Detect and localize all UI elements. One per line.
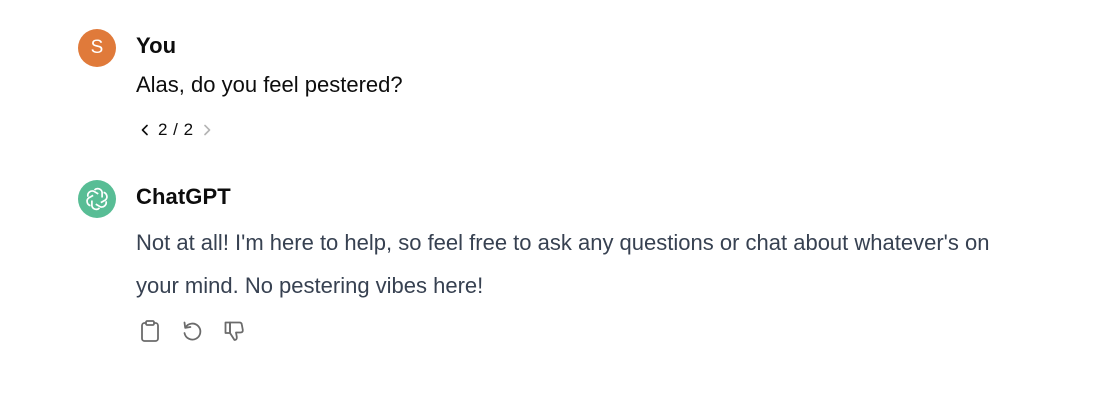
regenerate-button[interactable] — [179, 318, 205, 344]
version-count: 2 / 2 — [158, 120, 194, 139]
clipboard-icon — [139, 319, 161, 343]
regenerate-icon — [180, 319, 204, 343]
message-version-pager: 2 / 2 — [136, 119, 216, 141]
openai-logo-icon — [84, 186, 110, 212]
assistant-avatar — [78, 180, 116, 218]
user-avatar: S — [78, 29, 116, 67]
chevron-right-icon[interactable] — [198, 120, 216, 140]
chat-thread: S You Alas, do you feel pestered? 2 / 2 — [0, 0, 1102, 404]
thumbs-down-icon — [222, 319, 246, 343]
assistant-message-text: Not at all! I'm here to help, so feel fr… — [136, 230, 990, 298]
user-message-text: Alas, do you feel pestered? — [136, 72, 403, 97]
chevron-left-icon[interactable] — [136, 120, 154, 140]
copy-button[interactable] — [137, 318, 163, 344]
assistant-author-name: ChatGPT — [136, 184, 231, 209]
message-actions — [137, 318, 247, 344]
user-avatar-initial: S — [90, 37, 104, 58]
bad-response-button[interactable] — [221, 318, 247, 344]
user-author-name: You — [136, 33, 177, 58]
